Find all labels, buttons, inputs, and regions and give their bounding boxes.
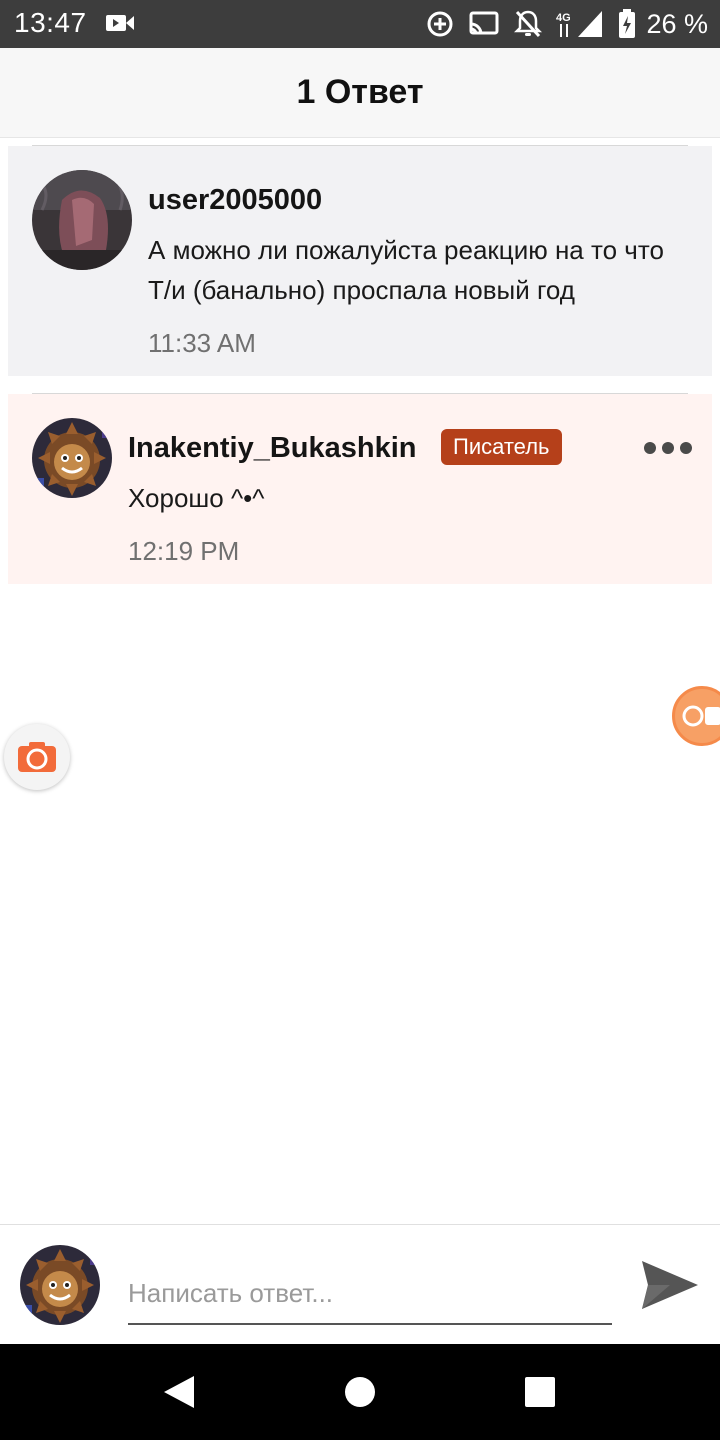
- video-icon: [106, 15, 134, 31]
- record-icon: [682, 705, 720, 727]
- dot-icon: [644, 442, 656, 454]
- recents-icon[interactable]: [524, 1374, 556, 1410]
- app-header: 1 Ответ: [0, 48, 720, 138]
- camera-button[interactable]: [4, 724, 70, 790]
- comment-text: А можно ли пожалуйста реакцию на то что …: [148, 235, 664, 305]
- status-bar: 13:47 4G 26 %: [0, 0, 720, 48]
- screen: 13:47 4G 26 % 1 Ответ user2005000 А можн…: [0, 0, 720, 1440]
- reply-comment[interactable]: Inakentiy_Bukashkin Писатель Хорошо ^•^ …: [8, 394, 712, 584]
- screen-record-button[interactable]: [672, 686, 720, 746]
- comment-time: 12:19 PM: [128, 536, 240, 566]
- comment-username[interactable]: user2005000: [148, 184, 322, 217]
- dot-icon: [662, 442, 674, 454]
- dot-icon: [680, 442, 692, 454]
- status-icons: 4G 26 %: [426, 8, 708, 40]
- cast-icon: [469, 11, 499, 35]
- home-icon[interactable]: [344, 1374, 376, 1410]
- reply-input[interactable]: [128, 1263, 612, 1325]
- comment-time: 11:33 AM: [148, 328, 256, 358]
- send-icon[interactable]: [640, 1257, 700, 1313]
- avatar[interactable]: [32, 170, 132, 270]
- avatar[interactable]: [32, 418, 112, 498]
- comment-username[interactable]: Inakentiy_Bukashkin: [128, 432, 417, 465]
- writer-badge: Писатель: [441, 429, 562, 465]
- svg-text:4G: 4G: [556, 12, 571, 24]
- signal-icon: 4G: [556, 11, 603, 37]
- page-title: 1 Ответ: [296, 73, 424, 111]
- more-options-button[interactable]: [644, 436, 692, 460]
- my-avatar[interactable]: [20, 1245, 100, 1325]
- original-comment[interactable]: user2005000 А можно ли пожалуйста реакци…: [8, 146, 712, 376]
- notifications-off-icon: [514, 10, 543, 38]
- back-icon[interactable]: [162, 1374, 196, 1410]
- battery-percent: 26 %: [646, 8, 708, 39]
- camera-icon: [18, 742, 56, 772]
- status-time: 13:47: [14, 7, 87, 38]
- navigation-bar: [0, 1344, 720, 1440]
- comment-text: Хорошо ^•^: [128, 483, 265, 513]
- reply-composer: [0, 1224, 720, 1344]
- data-saver-icon: [427, 11, 453, 37]
- battery-icon: [619, 9, 636, 38]
